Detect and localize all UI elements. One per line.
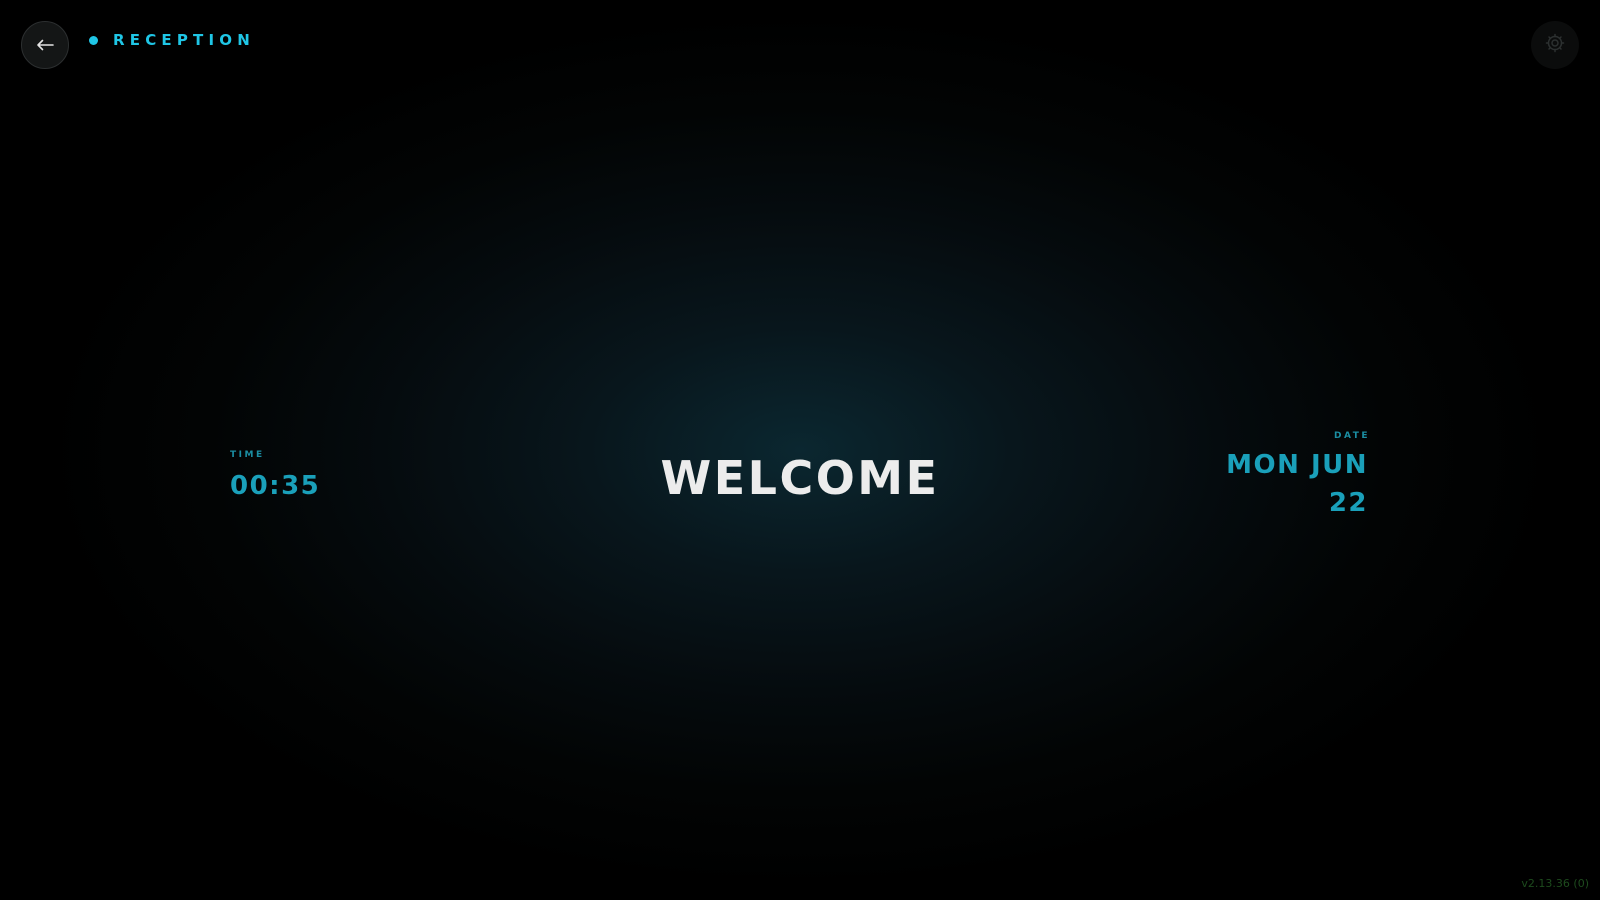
location-header: RECEPTION xyxy=(89,29,255,51)
location-name: RECEPTION xyxy=(113,31,255,49)
version-label: v2.13.36 (0) xyxy=(1521,877,1589,890)
date-block: DATE MON JUN 22 xyxy=(1198,431,1368,522)
arrow-left-icon xyxy=(36,39,54,51)
status-dot xyxy=(89,35,98,45)
date-label: DATE xyxy=(1333,431,1370,441)
back-button[interactable] xyxy=(21,21,69,69)
date-value: MON JUN 22 xyxy=(1226,450,1368,518)
gear-icon xyxy=(1545,33,1565,57)
settings-button[interactable] xyxy=(1531,21,1579,69)
